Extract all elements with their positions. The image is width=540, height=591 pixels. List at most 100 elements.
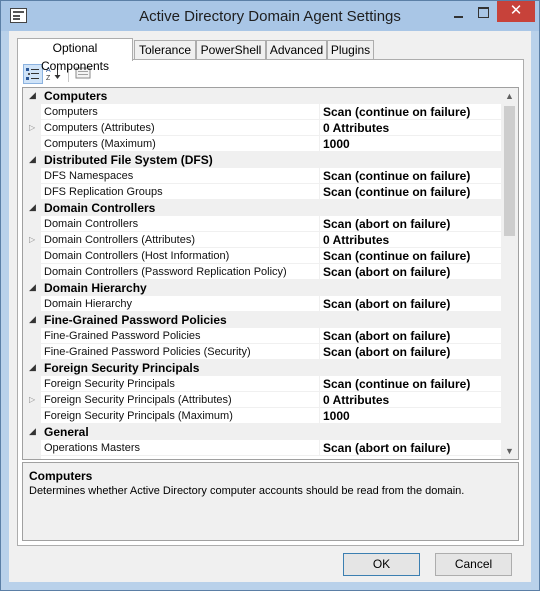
category-row[interactable]: ◢ Distributed File System (DFS)	[23, 152, 501, 168]
column-divider[interactable]	[319, 344, 320, 360]
dialog-window: Active Directory Domain Agent Settings ✕…	[0, 0, 540, 591]
expand-property-icon[interactable]: ▷	[29, 395, 35, 404]
property-name: Foreign Security Principals (Maximum)	[44, 410, 233, 422]
tab-panel-optional-components: A Z ◢ComputersComputersScan (continue on…	[17, 59, 524, 546]
property-value[interactable]: 0 Attributes	[323, 233, 389, 247]
property-row[interactable]: Domain Controllers (Password Replication…	[23, 264, 501, 280]
property-name: Domain Controllers (Attributes)	[44, 234, 195, 246]
property-row[interactable]: Foreign Security Principals Scan (continu…	[23, 376, 501, 392]
close-button[interactable]: ✕	[497, 1, 535, 22]
category-label: General	[44, 425, 89, 439]
category-row[interactable]: ◢ Fine-Grained Password Policies	[23, 312, 501, 328]
collapse-toggle-icon[interactable]: ◢	[29, 202, 36, 213]
scrollbar-thumb[interactable]	[504, 106, 515, 236]
property-value[interactable]: Scan (continue on failure)	[323, 105, 470, 119]
property-name: Computers (Maximum)	[44, 138, 156, 150]
property-value[interactable]: Scan (abort on failure)	[323, 217, 450, 231]
property-value[interactable]: Scan (continue on failure)	[323, 185, 470, 199]
property-value[interactable]: 1000	[323, 409, 350, 423]
help-panel: Computers Determines whether Active Dire…	[22, 462, 519, 541]
category-row[interactable]: ◢ Domain Hierarchy	[23, 280, 501, 296]
column-divider[interactable]	[319, 184, 320, 200]
property-row[interactable]: DFS Namespaces Scan (continue on failure)	[23, 168, 501, 184]
property-value[interactable]: 0 Attributes	[323, 121, 389, 135]
tab-tolerance[interactable]: Tolerance	[134, 40, 196, 60]
property-name: Domain Controllers	[44, 218, 139, 230]
property-value[interactable]: Scan (abort on failure)	[323, 265, 450, 279]
collapse-toggle-icon[interactable]: ◢	[29, 282, 36, 293]
tab-powershell[interactable]: PowerShell	[196, 40, 266, 60]
minimize-icon	[454, 16, 463, 18]
collapse-toggle-icon[interactable]: ◢	[29, 362, 36, 373]
column-divider[interactable]	[319, 232, 320, 248]
property-value[interactable]: 0 Attributes	[323, 393, 389, 407]
expand-property-icon[interactable]: ▷	[29, 235, 35, 244]
property-grid[interactable]: ◢ Computers Computers Scan (continue on fai…	[22, 87, 519, 460]
property-row[interactable]: ▷ Domain Controllers (Attributes) 0 Attrib…	[23, 232, 501, 248]
collapse-toggle-icon[interactable]: ◢	[29, 154, 36, 165]
tab-plugins[interactable]: Plugins	[327, 40, 374, 60]
column-divider[interactable]	[319, 408, 320, 424]
column-divider[interactable]	[319, 136, 320, 152]
category-label: Distributed File System (DFS)	[44, 153, 213, 167]
column-divider[interactable]	[319, 248, 320, 264]
property-row[interactable]: ▷ Foreign Security Principals (Attributes…	[23, 392, 501, 408]
property-row[interactable]: Domain Controllers (Host Information) Sca…	[23, 248, 501, 264]
minimize-button[interactable]	[452, 10, 466, 20]
category-row[interactable]: ◢ Computers	[23, 88, 501, 104]
property-row[interactable]: Computers Scan (continue on failure)	[23, 104, 501, 120]
title-bar[interactable]: Active Directory Domain Agent Settings ✕	[1, 1, 539, 31]
column-divider[interactable]	[319, 328, 320, 344]
category-label: Domain Hierarchy	[44, 281, 147, 295]
svg-text:Z: Z	[46, 75, 51, 82]
property-row[interactable]: Foreign Security Principals (Maximum) 100…	[23, 408, 501, 424]
property-row[interactable]: Operations Masters Scan (abort on failure…	[23, 440, 501, 456]
property-row[interactable]: Fine-Grained Password Policies Scan (abor…	[23, 328, 501, 344]
property-value[interactable]: Scan (abort on failure)	[323, 297, 450, 311]
property-value[interactable]: Scan (abort on failure)	[323, 345, 450, 359]
column-divider[interactable]	[319, 296, 320, 312]
column-divider[interactable]	[319, 264, 320, 280]
property-name: Computers (Attributes)	[44, 122, 155, 134]
vertical-scrollbar[interactable]: ▲ ▼	[501, 88, 518, 459]
help-description: Determines whether Active Directory comp…	[29, 485, 465, 497]
column-divider[interactable]	[319, 104, 320, 120]
column-divider[interactable]	[319, 168, 320, 184]
property-row[interactable]: Computers (Maximum) 1000	[23, 136, 501, 152]
property-name: Foreign Security Principals (Attributes)	[44, 394, 232, 406]
category-row[interactable]: ◢ General	[23, 424, 501, 440]
property-value[interactable]: 1000	[323, 137, 350, 151]
scroll-down-arrow-icon[interactable]: ▼	[501, 443, 518, 459]
expand-property-icon[interactable]: ▷	[29, 123, 35, 132]
property-value[interactable]: Scan (continue on failure)	[323, 377, 470, 391]
column-divider[interactable]	[319, 392, 320, 408]
property-row[interactable]: Domain Hierarchy Scan (abort on failure)	[23, 296, 501, 312]
collapse-toggle-icon[interactable]: ◢	[29, 426, 36, 437]
maximize-icon	[478, 7, 489, 18]
category-row[interactable]: ◢ Domain Controllers	[23, 200, 501, 216]
tab-optional-components[interactable]: Optional Components	[17, 38, 133, 73]
row-divider	[41, 455, 501, 456]
property-value[interactable]: Scan (abort on failure)	[323, 329, 450, 343]
collapse-toggle-icon[interactable]: ◢	[29, 90, 36, 101]
property-name: Operations Masters	[44, 442, 140, 454]
property-row[interactable]: ▷ Computers (Attributes) 0 Attributes	[23, 120, 501, 136]
column-divider[interactable]	[319, 120, 320, 136]
maximize-button[interactable]	[476, 5, 492, 21]
collapse-toggle-icon[interactable]: ◢	[29, 314, 36, 325]
property-value[interactable]: Scan (abort on failure)	[323, 441, 450, 455]
category-row[interactable]: ◢ Foreign Security Principals	[23, 360, 501, 376]
property-row[interactable]: DFS Replication Groups Scan (continue on …	[23, 184, 501, 200]
property-value[interactable]: Scan (continue on failure)	[323, 169, 470, 183]
cancel-button[interactable]: Cancel	[435, 553, 512, 576]
property-name: Domain Controllers (Host Information)	[44, 250, 230, 262]
property-row[interactable]: Fine-Grained Password Policies (Security…	[23, 344, 501, 360]
column-divider[interactable]	[319, 216, 320, 232]
ok-button[interactable]: OK	[343, 553, 420, 576]
column-divider[interactable]	[319, 440, 320, 456]
tab-advanced[interactable]: Advanced	[266, 40, 327, 60]
property-value[interactable]: Scan (continue on failure)	[323, 249, 470, 263]
property-row[interactable]: Domain Controllers Scan (abort on failure…	[23, 216, 501, 232]
scroll-up-arrow-icon[interactable]: ▲	[501, 88, 518, 104]
column-divider[interactable]	[319, 376, 320, 392]
